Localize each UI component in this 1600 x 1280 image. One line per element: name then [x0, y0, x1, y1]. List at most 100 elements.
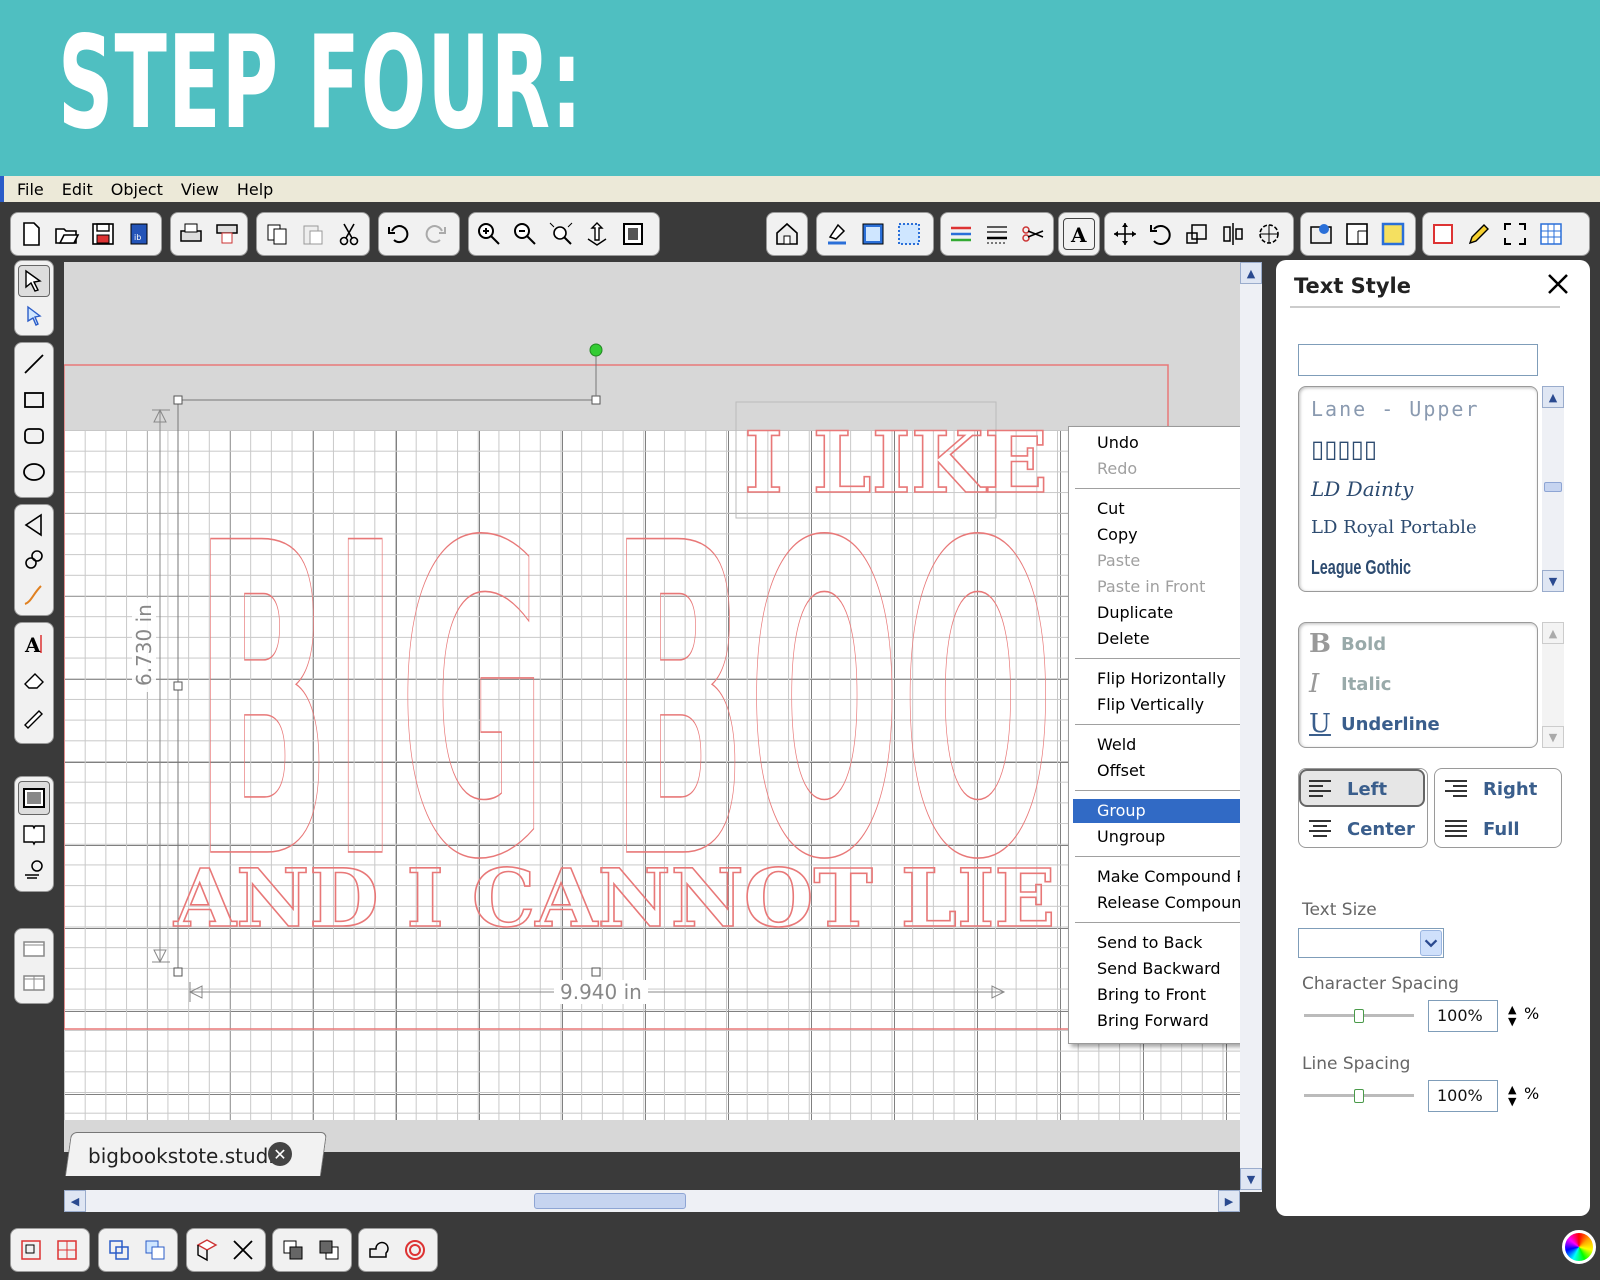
design-page-icon[interactable] — [18, 781, 50, 815]
font-scroll-thumb[interactable] — [1544, 482, 1562, 492]
close-icon[interactable] — [1544, 270, 1572, 298]
ctx-send-backward[interactable]: Send Backward — [1073, 957, 1240, 981]
menu-help[interactable]: Help — [228, 180, 282, 199]
save-icon[interactable] — [87, 218, 119, 250]
edit-points-icon[interactable] — [18, 299, 50, 331]
scroll-right-icon[interactable]: ▶ — [1218, 1190, 1240, 1212]
library-book-icon[interactable] — [18, 817, 50, 851]
ctx-flip-horizontally[interactable]: Flip Horizontally — [1073, 667, 1240, 691]
redo-icon[interactable] — [419, 218, 451, 250]
align-full-button[interactable]: Full — [1443, 811, 1520, 847]
fullscreen-icon[interactable] — [1499, 218, 1531, 250]
grid-icon[interactable] — [1377, 218, 1409, 250]
print-icon[interactable] — [175, 218, 207, 250]
color-wheel-icon[interactable] — [1562, 1230, 1596, 1264]
ctx-bring-forward[interactable]: Bring Forward — [1073, 1009, 1240, 1033]
select-all-icon[interactable] — [191, 1234, 223, 1266]
bold-option[interactable]: B Bold — [1309, 627, 1386, 661]
copy-icon[interactable] — [261, 218, 293, 250]
home-icon[interactable] — [771, 218, 803, 250]
page-icon[interactable] — [617, 218, 649, 250]
rectangle-outline-icon[interactable] — [1427, 218, 1459, 250]
ctx-release-compound-path[interactable]: Release Compound Path — [1073, 891, 1240, 915]
font-search-input[interactable] — [1298, 344, 1538, 376]
vertical-scrollbar[interactable]: ▲ ▼ — [1240, 262, 1262, 1192]
ungroup-icon[interactable] — [51, 1234, 83, 1266]
zoom-fit-icon[interactable] — [545, 218, 577, 250]
ctx-offset[interactable]: Offset — [1073, 759, 1240, 783]
font-scroll-down-icon[interactable]: ▼ — [1542, 570, 1564, 592]
character-spacing-input[interactable]: 100% — [1428, 1000, 1498, 1032]
store-icon[interactable] — [18, 853, 50, 887]
line-tool-icon[interactable] — [18, 347, 50, 381]
scroll-down-icon[interactable]: ▼ — [1240, 1168, 1262, 1190]
line-spacing-thumb[interactable] — [1354, 1089, 1364, 1103]
style-scroll-up-icon[interactable]: ▲ — [1542, 622, 1564, 644]
ctx-delete[interactable]: Delete — [1073, 627, 1240, 651]
scroll-up-icon[interactable]: ▲ — [1240, 262, 1262, 284]
table-icon[interactable] — [1535, 218, 1567, 250]
document-tab-label[interactable]: bigbookstote.studio — [88, 1144, 286, 1168]
line-weight-icon[interactable] — [981, 218, 1013, 250]
horizontal-scrollbar[interactable]: ◀ ▶ — [64, 1190, 1240, 1212]
menu-object[interactable]: Object — [102, 180, 172, 199]
ctx-redo[interactable]: Redo — [1073, 457, 1240, 481]
italic-option[interactable]: I Italic — [1309, 667, 1391, 701]
open-folder-icon[interactable] — [51, 218, 83, 250]
character-spacing-stepper[interactable]: ▲ ▼ — [1508, 1004, 1516, 1028]
text-icon[interactable]: A — [1063, 218, 1095, 250]
font-item-league-gothic[interactable]: League Gothic — [1311, 557, 1411, 580]
line-spacing-slider[interactable] — [1304, 1089, 1414, 1103]
duplicate-icon[interactable] — [103, 1234, 135, 1266]
split-view-icon[interactable] — [18, 967, 50, 999]
character-spacing-slider[interactable] — [1304, 1009, 1414, 1023]
ctx-paste-in-front[interactable]: Paste in Front — [1073, 575, 1240, 599]
font-item-lane-upper[interactable]: Lane - Upper — [1311, 397, 1480, 421]
bring-forward-icon[interactable] — [277, 1234, 309, 1266]
ctx-copy[interactable]: Copy — [1073, 523, 1240, 547]
scale-icon[interactable] — [1181, 218, 1213, 250]
font-list-scrollbar[interactable]: ▲ ▼ — [1542, 386, 1564, 592]
character-spacing-thumb[interactable] — [1354, 1009, 1364, 1023]
single-view-icon[interactable] — [18, 933, 50, 965]
page-setup-icon[interactable] — [1341, 218, 1373, 250]
ctx-group[interactable]: Group — [1073, 799, 1240, 823]
library-icon[interactable]: ib — [123, 218, 155, 250]
rounded-rectangle-tool-icon[interactable] — [18, 419, 50, 453]
trace-icon[interactable] — [1305, 218, 1337, 250]
draw-icon[interactable] — [1463, 218, 1495, 250]
scissors-icon[interactable] — [333, 218, 365, 250]
menu-edit[interactable]: Edit — [53, 180, 102, 199]
ctx-make-compound-path[interactable]: Make Compound Path — [1073, 865, 1240, 889]
move-icon[interactable] — [1109, 218, 1141, 250]
weld-icon[interactable] — [363, 1234, 395, 1266]
knife-tool-icon[interactable] — [18, 699, 50, 733]
pan-icon[interactable] — [581, 218, 613, 250]
zoom-in-icon[interactable] — [473, 218, 505, 250]
style-scrollbar[interactable]: ▲ ▼ — [1542, 622, 1564, 748]
line-spacing-input[interactable]: 100% — [1428, 1080, 1498, 1112]
curve-tool-icon[interactable] — [18, 544, 50, 577]
zoom-out-icon[interactable] — [509, 218, 541, 250]
arrange-icon[interactable] — [139, 1234, 171, 1266]
underline-option[interactable]: U Underline — [1309, 707, 1440, 741]
undo-icon[interactable] — [383, 218, 415, 250]
font-list[interactable]: Lane - Upper ▯▯▯▯▯ LD Dainty LD Royal Po… — [1298, 386, 1538, 592]
eraser-tool-icon[interactable] — [18, 663, 50, 697]
freehand-tool-icon[interactable] — [18, 578, 50, 611]
select-arrow-icon[interactable] — [18, 265, 50, 298]
font-scroll-up-icon[interactable]: ▲ — [1542, 386, 1564, 408]
menu-file[interactable]: File — [8, 180, 53, 199]
line-color-icon[interactable] — [857, 218, 889, 250]
fill-icon[interactable] — [821, 218, 853, 250]
tab-close-icon[interactable]: ✕ — [268, 1142, 292, 1166]
new-file-icon[interactable] — [15, 218, 47, 250]
text-tool-icon[interactable]: A — [18, 627, 50, 661]
line-spacing-stepper[interactable]: ▲ ▼ — [1508, 1084, 1516, 1108]
ctx-flip-vertically[interactable]: Flip Vertically — [1073, 693, 1240, 717]
ctx-duplicate[interactable]: Duplicate — [1073, 601, 1240, 625]
chevron-down-icon[interactable] — [1420, 930, 1442, 956]
font-item-ld-royal-portable[interactable]: LD Royal Portable — [1311, 517, 1477, 538]
ctx-undo[interactable]: Undo — [1073, 431, 1240, 455]
align-right-button[interactable]: Right — [1443, 771, 1537, 807]
